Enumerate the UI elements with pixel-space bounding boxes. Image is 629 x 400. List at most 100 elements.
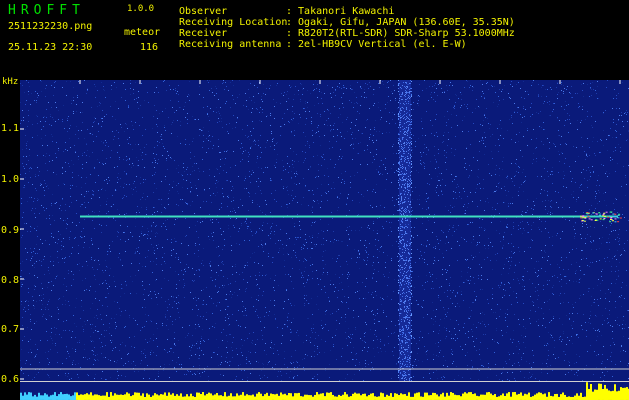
activity-column — [154, 393, 156, 400]
activity-column — [164, 392, 166, 400]
burst-pixel — [617, 214, 620, 216]
burst-pixel — [614, 216, 617, 218]
activity-column — [232, 396, 234, 400]
activity-column — [172, 393, 174, 400]
activity-column — [492, 395, 494, 400]
activity-column — [248, 395, 250, 400]
activity-column — [568, 396, 570, 400]
activity-column — [538, 392, 540, 400]
activity-column — [206, 393, 208, 400]
activity-column — [90, 392, 92, 400]
activity-column — [346, 394, 348, 400]
activity-column — [246, 394, 248, 400]
burst-pixel — [602, 215, 605, 217]
activity-column — [42, 395, 44, 400]
activity-column — [386, 394, 388, 400]
activity-column — [448, 395, 450, 400]
burst-pixel — [581, 219, 584, 221]
meteor-count: 116 — [140, 42, 159, 53]
activity-column — [32, 396, 34, 400]
activity-column — [450, 392, 452, 400]
activity-column — [214, 394, 216, 400]
activity-column — [30, 392, 32, 400]
activity-column — [464, 392, 466, 400]
activity-column — [616, 391, 618, 400]
activity-column — [468, 392, 470, 400]
activity-column — [160, 394, 162, 400]
activity-column — [268, 395, 270, 400]
burst-pixel — [594, 220, 597, 221]
activity-column — [504, 395, 506, 400]
activity-column — [382, 393, 384, 400]
activity-column — [512, 392, 514, 400]
activity-column — [238, 395, 240, 400]
activity-column — [186, 394, 188, 400]
activity-column — [332, 394, 334, 400]
activity-column — [442, 392, 444, 400]
activity-column — [298, 392, 300, 400]
burst-pixel — [603, 218, 606, 219]
activity-column — [102, 395, 104, 400]
activity-column — [56, 396, 58, 400]
activity-column — [498, 396, 500, 400]
activity-column — [342, 394, 344, 400]
y-tick-label: 0.9 — [1, 225, 20, 236]
activity-column — [404, 394, 406, 400]
activity-column — [390, 393, 392, 400]
activity-column — [78, 395, 80, 400]
activity-column — [234, 396, 236, 400]
activity-column — [54, 392, 56, 400]
activity-column — [606, 388, 608, 400]
activity-column — [224, 392, 226, 400]
activity-column — [564, 394, 566, 400]
activity-column — [262, 396, 264, 400]
activity-column — [396, 393, 398, 400]
burst-pixel — [602, 219, 605, 221]
activity-column — [354, 392, 356, 400]
activity-column — [48, 396, 50, 400]
activity-column — [180, 393, 182, 400]
activity-column — [406, 395, 408, 400]
activity-column — [136, 392, 138, 400]
activity-column — [304, 394, 306, 400]
activity-column — [398, 395, 400, 400]
burst-pixel — [613, 215, 615, 217]
activity-column — [402, 394, 404, 400]
activity-column — [178, 395, 180, 400]
activity-column — [260, 393, 262, 400]
burst-pixel — [590, 219, 593, 221]
activity-column — [340, 395, 342, 400]
activity-column — [454, 394, 456, 400]
activity-column — [556, 393, 558, 400]
activity-column — [586, 382, 588, 400]
activity-column — [598, 383, 600, 400]
activity-column — [604, 384, 606, 400]
activity-column — [440, 394, 442, 400]
activity-column — [320, 393, 322, 400]
activity-column — [576, 393, 578, 400]
activity-column — [554, 394, 556, 400]
activity-column — [170, 394, 172, 400]
burst-pixel — [582, 216, 585, 218]
activity-column — [240, 394, 242, 400]
activity-column — [94, 394, 96, 400]
activity-column — [200, 394, 202, 400]
activity-column — [210, 393, 212, 400]
activity-column — [516, 394, 518, 400]
activity-column — [532, 396, 534, 400]
activity-column — [166, 395, 168, 400]
activity-column — [80, 394, 82, 400]
activity-column — [28, 392, 30, 400]
activity-column — [324, 396, 326, 400]
activity-column — [526, 394, 528, 400]
activity-column — [552, 396, 554, 400]
activity-column — [76, 392, 78, 400]
activity-column — [336, 396, 338, 400]
burst-pixel — [605, 211, 608, 213]
activity-column — [400, 393, 402, 400]
activity-column — [26, 394, 28, 400]
activity-column — [544, 393, 546, 400]
burst-pixel — [609, 221, 612, 223]
activity-column — [278, 395, 280, 400]
activity-column — [330, 392, 332, 400]
